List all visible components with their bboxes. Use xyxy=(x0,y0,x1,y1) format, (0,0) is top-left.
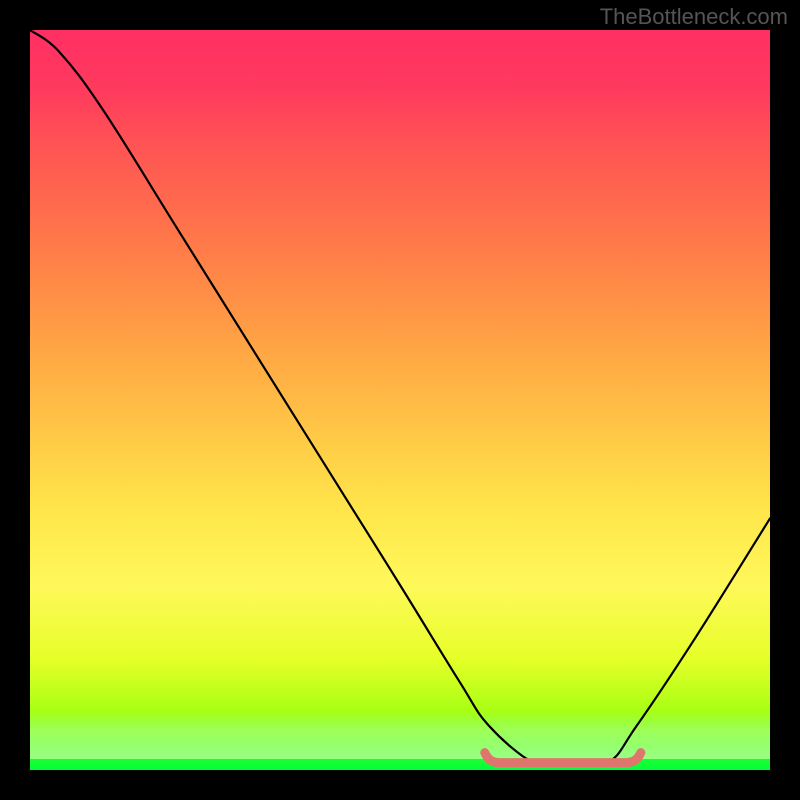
chart-container: TheBottleneck.com xyxy=(0,0,800,800)
bottleneck-curve xyxy=(30,30,770,766)
watermark-text: TheBottleneck.com xyxy=(600,4,788,30)
curve-svg xyxy=(30,30,770,770)
plot-area xyxy=(30,30,770,770)
